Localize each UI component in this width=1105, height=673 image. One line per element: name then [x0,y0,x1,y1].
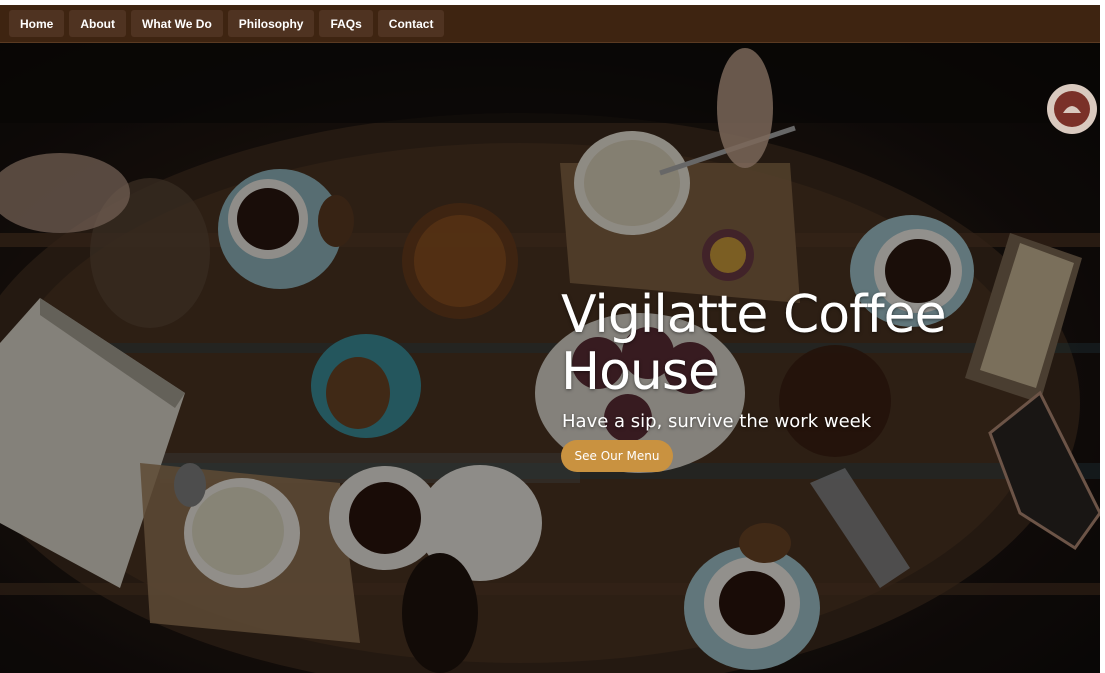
see-our-menu-button[interactable]: See Our Menu [561,440,673,472]
nav-faqs-button[interactable]: FAQs [319,10,373,37]
nav-what-we-do-button[interactable]: What We Do [131,10,223,37]
right-edge-strip [1100,43,1105,673]
nav-home-button[interactable]: Home [9,10,65,37]
hero-section: Vigilatte Coffee House Have a sip, survi… [0,43,1100,673]
page: Home About What We Do Philosophy FAQs Co… [0,0,1105,673]
nav-philosophy-button[interactable]: Philosophy [227,10,315,37]
navbar: Home About What We Do Philosophy FAQs Co… [0,5,1100,43]
hero-title: Vigilatte Coffee House [561,285,947,402]
nav-contact-button[interactable]: Contact [377,10,445,37]
fjallraven-badge-logo [1047,84,1097,134]
hero-subtitle: Have a sip, survive the work week [562,411,872,432]
nav-about-button[interactable]: About [69,10,126,37]
